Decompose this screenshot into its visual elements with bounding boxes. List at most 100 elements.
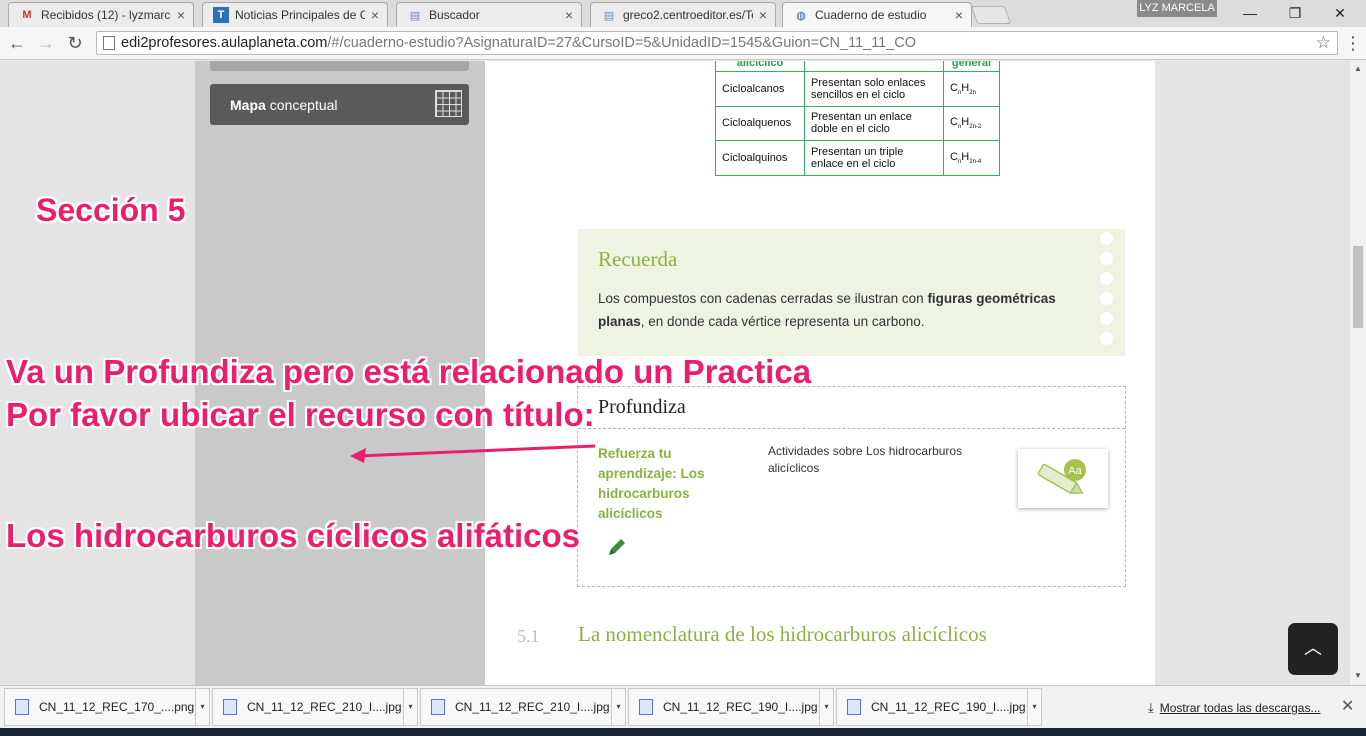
download-icon: ⤓ [1148, 700, 1154, 715]
download-filename: CN_11_12_REC_210_I....jpg [247, 700, 402, 714]
tab-buscador[interactable]: ▤ Buscador × [396, 2, 582, 27]
image-file-icon [639, 699, 653, 715]
formula-subscript: 2n-2 [969, 124, 982, 131]
bookmark-star-icon[interactable]: ☆ [1316, 33, 1331, 53]
scroll-up-icon[interactable]: ▲ [1354, 64, 1362, 73]
address-bar[interactable]: edi2profesores.aulaplaneta.com/#/cuadern… [96, 31, 1338, 55]
tab-cuaderno[interactable]: ◍ Cuaderno de estudio × [782, 2, 972, 27]
thumb-label: Aa [1068, 465, 1082, 477]
close-icon[interactable]: × [953, 7, 965, 23]
url-path: /#/cuaderno-estudio?AsignaturaID=27&Curs… [327, 35, 917, 51]
user-badge[interactable]: LYZ MARCELA [1137, 0, 1217, 17]
chevron-down-icon[interactable]: ▾ [403, 688, 417, 726]
concept-map-label-bold: Mapa [230, 96, 266, 113]
scroll-to-top-button[interactable]: ︿ [1288, 623, 1338, 675]
chevron-down-icon[interactable]: ▾ [195, 688, 209, 726]
download-shelf: CN_11_12_REC_170_....png ▾ CN_11_12_REC_… [0, 685, 1366, 728]
globe-icon: ◍ [796, 9, 806, 22]
activity-icon: Aa [1037, 459, 1086, 494]
tab-noticias[interactable]: T Noticias Principales de Co × [202, 2, 388, 27]
url-host: edi2profesores.aulaplaneta.com [121, 35, 328, 51]
table-header [804, 61, 944, 72]
chevron-down-icon[interactable]: ▾ [611, 688, 625, 726]
table-cell-desc: Presentan solo enlaces sencillos en el ci… [804, 71, 944, 107]
download-filename: CN_11_12_REC_190_I....jpg [871, 700, 1026, 714]
close-icon[interactable]: ✕ [1341, 696, 1354, 716]
browser-toolbar: ← → ↻ edi2profesores.aulaplaneta.com/#/c… [0, 27, 1366, 60]
minimize-icon[interactable]: — [1230, 2, 1270, 24]
resource-description: Actividades sobre Los hidrocarburos alic… [768, 444, 963, 475]
menu-icon[interactable]: ⋮ [1344, 33, 1362, 53]
recuerda-text: Los compuestos con cadenas cerradas se i… [598, 287, 1068, 333]
notebook-rings [1100, 232, 1113, 345]
formula-subscript: 2n [969, 89, 976, 96]
chevron-down-icon[interactable]: ▾ [819, 688, 833, 726]
window-close-icon[interactable]: ✕ [1320, 2, 1360, 24]
close-icon[interactable]: × [757, 7, 769, 23]
restore-icon[interactable]: ❐ [1275, 2, 1315, 24]
table-cell-name: Cicloalcanos [715, 71, 805, 107]
pencil-icon[interactable] [606, 536, 628, 558]
recuerda-box: Recuerda Los compuestos con cadenas cerr… [578, 229, 1125, 356]
new-tab-button[interactable] [970, 6, 1012, 24]
section-title: La nomenclatura de los hidrocarburos ali… [578, 622, 987, 646]
page-icon: ▤ [603, 9, 615, 22]
download-item[interactable]: CN_11_12_REC_190_I....jpg ▾ [628, 688, 834, 726]
concept-map-button[interactable]: Mapa conceptual [210, 84, 469, 125]
annotation-line1: Va un Profundiza pero está relacionado u… [6, 353, 812, 390]
page-info-icon[interactable] [103, 36, 115, 50]
back-icon[interactable]: ← [6, 32, 28, 54]
chevron-down-icon[interactable]: ▾ [1027, 688, 1041, 726]
forward-icon[interactable]: → [35, 32, 57, 54]
tab-title: Cuaderno de estudio [815, 8, 927, 22]
download-item[interactable]: CN_11_12_REC_210_I....jpg ▾ [212, 688, 418, 726]
section-number: 5.1 [517, 626, 540, 646]
tab-title: Noticias Principales de Co [235, 8, 365, 22]
download-filename: CN_11_12_REC_190_I....jpg [663, 700, 818, 714]
concept-map-label: conceptual [269, 96, 338, 113]
desc-line: Presentan un triple [811, 145, 904, 158]
reload-icon[interactable]: ↻ [64, 32, 86, 54]
download-item[interactable]: CN_11_12_REC_190_I....jpg ▾ [836, 688, 1042, 726]
close-icon[interactable]: × [369, 7, 381, 23]
table-cell-desc: Presentan un enlace doble en el ciclo [804, 105, 944, 141]
image-file-icon [847, 699, 861, 715]
desc-line: sencillos en el ciclo [811, 88, 906, 101]
scrollbar-thumb[interactable] [1353, 246, 1363, 328]
tab-greco[interactable]: ▤ greco2.centroeditor.es/Te × [590, 2, 776, 27]
recuerda-title: Recuerda [598, 247, 678, 271]
annotation-line2: Por favor ubicar el recurso con título: [6, 396, 595, 433]
tab-gmail[interactable]: M Recibidos (12) - lyzmarcel × [8, 2, 194, 27]
close-icon[interactable]: × [175, 7, 187, 23]
sidebar-previous-button[interactable] [210, 61, 469, 71]
desc-line: Presentan un enlace [811, 111, 912, 124]
table-row: Cicloalquinos Presentan un triple enlace … [715, 140, 1000, 176]
table-header: alicíclico [715, 61, 805, 72]
recuerda-text-end: , en donde cada vértice representa un ca… [640, 314, 925, 329]
image-file-icon [223, 699, 237, 715]
table-row: Cicloalcanos Presentan solo enlaces senci… [715, 71, 1000, 107]
vertical-scrollbar[interactable]: ▲ ▼ [1350, 61, 1366, 685]
desc-line: Presentan solo enlaces [811, 76, 926, 89]
table-header: general [943, 61, 1000, 72]
download-item[interactable]: CN_11_12_REC_210_I....jpg ▾ [420, 688, 626, 726]
table-cell-name: Cicloalquenos [715, 105, 805, 141]
resource-thumbnail[interactable]: Aa [1018, 449, 1108, 508]
profundiza-header: Profundiza [578, 387, 1125, 429]
image-file-icon [431, 699, 445, 715]
table-cell-formula: CnH2n-2 [943, 105, 1000, 141]
tab-title: greco2.centroeditor.es/Te [623, 8, 753, 22]
show-all-label: Mostrar todas las descargas... [1159, 701, 1321, 715]
resource-title-link[interactable]: Refuerza tu aprendizaje: Los hidrocarbur… [598, 444, 738, 524]
tab-title: Buscador [429, 8, 480, 22]
download-item[interactable]: CN_11_12_REC_170_....png ▾ [4, 688, 210, 726]
annotation-line3: Los hidrocarburos cíclicos alifáticos [6, 517, 581, 554]
page-viewport: Mapa conceptual alicíclico general Ciclo… [0, 61, 1350, 685]
download-filename: CN_11_12_REC_170_....png [39, 700, 195, 714]
profundiza-title: Profundiza [598, 396, 686, 418]
scroll-down-icon[interactable]: ▼ [1354, 671, 1362, 680]
show-all-downloads-link[interactable]: ⤓ Mostrar todas las descargas... [1148, 700, 1320, 716]
close-icon[interactable]: × [563, 7, 575, 23]
news-icon: T [213, 7, 229, 23]
table-row: Cicloalquenos Presentan un enlace doble e… [715, 105, 1000, 141]
